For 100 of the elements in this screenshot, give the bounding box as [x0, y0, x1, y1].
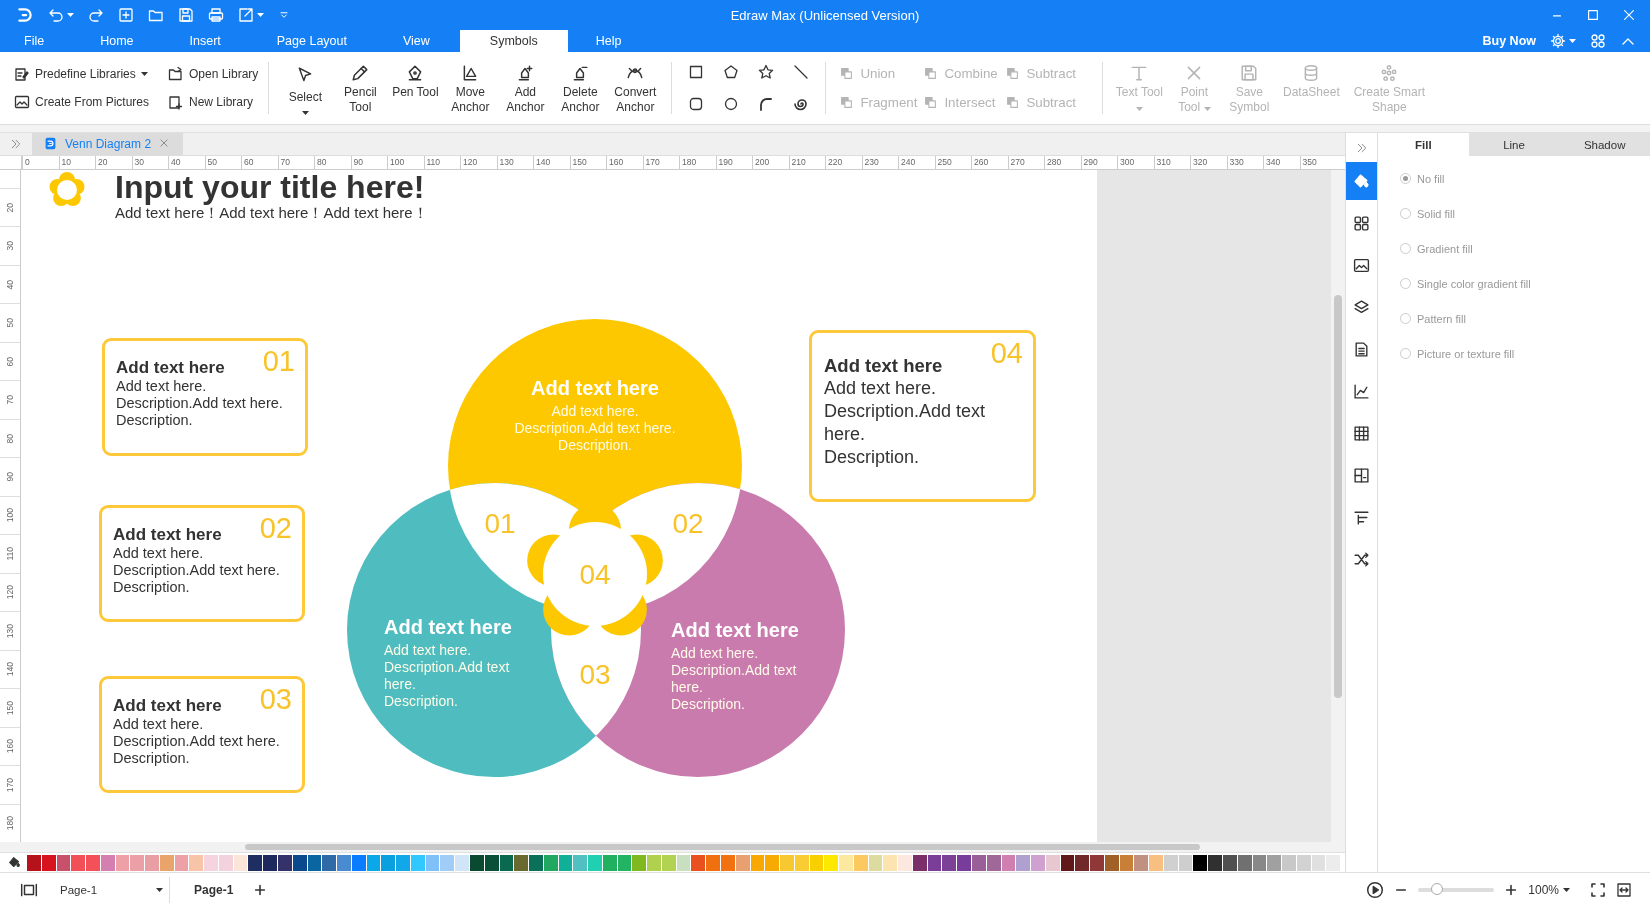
ruler-number: 230	[864, 156, 879, 167]
panel-tab[interactable]: Shadow	[1559, 133, 1650, 156]
ruler-number: 180	[5, 816, 15, 831]
ruler-number: 100	[5, 508, 15, 523]
ruler-number: 50	[207, 156, 217, 167]
ruler-number: 140	[536, 156, 551, 167]
ruler-number: 160	[609, 156, 624, 167]
ruler-number: 0	[25, 156, 30, 167]
ruler-number: 90	[353, 156, 363, 167]
region-number: 02	[672, 507, 704, 539]
menu-tab[interactable]: File	[0, 30, 73, 52]
page-tab[interactable]: Page-1	[194, 882, 234, 897]
card-heading: Add text here	[113, 524, 222, 545]
ruler-number: 280	[1047, 156, 1062, 167]
ruler-number: 120	[5, 585, 15, 600]
card-number: 03	[259, 682, 292, 716]
card-number: 04	[990, 336, 1023, 370]
card-heading: Add text here	[824, 354, 943, 377]
ruler-number: 40	[171, 156, 181, 167]
ruler-number: 20	[5, 202, 15, 213]
ruler-number: 80	[317, 156, 327, 167]
region-number: 04	[579, 558, 611, 590]
ruler-number: 140	[5, 662, 15, 677]
region-number: 01	[484, 507, 516, 539]
circle-text: Add text here. Description.Add text here. Description.	[671, 644, 798, 713]
ruler-number: 170	[645, 156, 660, 167]
ruler-number: 270	[1010, 156, 1025, 167]
ruler-number: 120	[463, 156, 478, 167]
tool-button[interactable]: Pencil Tool	[334, 52, 387, 124]
tool-button[interactable]: Convert Anchor	[609, 52, 662, 124]
card-text: Add text here. Description.Add text here. Description.	[113, 544, 281, 596]
diagram-title: Input your title here!	[115, 169, 425, 204]
menu-tab[interactable]: Page Layout	[248, 30, 375, 52]
tool-button[interactable]: Pen Tool	[389, 52, 442, 124]
circle-text: Add text here. Description.Add text here. Description.	[513, 402, 677, 454]
card-text: Add text here. Description.Add text here. Description.	[116, 377, 284, 429]
menu-tab[interactable]: View	[374, 30, 458, 52]
ruler-number: 70	[280, 156, 290, 167]
card-text: Add text here. Description.Add text here. Description.	[824, 376, 987, 469]
menu-tab[interactable]: Help	[567, 30, 650, 52]
menu-tab[interactable]: Home	[72, 30, 162, 52]
ruler-number: 50	[5, 318, 15, 328]
ruler-number: 310	[1156, 156, 1171, 167]
ruler-number: 160	[5, 739, 15, 754]
circle-text: Add text here. Description.Add text here. Description.	[384, 641, 511, 710]
ruler-number: 70	[5, 395, 15, 405]
ruler-number: 10	[61, 156, 71, 167]
panel-tab[interactable]: Fill	[1378, 133, 1469, 156]
ruler-number: 150	[572, 156, 587, 167]
ruler-number: 170	[5, 777, 15, 793]
ruler-number: 20	[98, 156, 108, 167]
tool-button[interactable]: Move Anchor	[444, 52, 497, 124]
menu-tab[interactable]: Insert	[161, 30, 249, 52]
circle-heading: Add text here	[671, 618, 800, 642]
library-button[interactable]: New Library	[168, 94, 259, 110]
library-button[interactable]: Open Library	[168, 66, 259, 82]
ruler-number: 130	[499, 156, 514, 167]
tool-button[interactable]: Select	[279, 52, 332, 124]
ruler-number: 80	[5, 433, 15, 444]
ruler-number: 110	[426, 156, 441, 167]
library-button[interactable]: Predefine Libraries	[14, 66, 164, 82]
ruler-number: 60	[5, 356, 15, 367]
window-title: Edraw Max (Unlicensed Version)	[730, 7, 920, 23]
card-number: 01	[262, 344, 295, 378]
library-button[interactable]: Create From Pictures	[14, 94, 164, 110]
ruler-number: 330	[1229, 156, 1244, 167]
ruler-number: 320	[1193, 156, 1208, 167]
circle-heading: Add text here	[384, 615, 513, 639]
document-tab[interactable]: Venn Diagram 2	[32, 133, 184, 155]
ruler-number: 150	[5, 700, 15, 716]
ruler-number: 220	[828, 156, 843, 167]
ruler-number: 40	[5, 279, 15, 290]
card-heading: Add text here	[116, 357, 225, 378]
tool-button[interactable]: Delete Anchor	[554, 52, 607, 124]
buy-now-link[interactable]: Buy Now	[1482, 34, 1536, 48]
ruler-number: 100	[390, 156, 405, 167]
card-number: 02	[259, 511, 292, 545]
ruler-number: 200	[755, 156, 770, 167]
ruler-number: 30	[134, 156, 144, 167]
ruler-number: 190	[718, 156, 733, 167]
zoom-dropdown[interactable]: 100%	[1528, 882, 1570, 897]
ruler-number: 30	[5, 241, 15, 251]
panel-tab[interactable]: Line	[1468, 133, 1560, 156]
circle-heading: Add text here	[530, 376, 660, 400]
ruler-number: 350	[1302, 156, 1317, 167]
menu-tab[interactable]: Symbols	[459, 30, 568, 52]
ruler-number: 300	[1120, 156, 1135, 167]
ruler-number: 250	[937, 156, 952, 167]
ruler-number: 290	[1083, 156, 1098, 167]
tool-button[interactable]: Add Anchor	[499, 52, 552, 124]
page-dropdown[interactable]: Page-1	[60, 876, 170, 903]
ruler-number: 110	[5, 547, 15, 561]
ruler-number: 130	[5, 623, 15, 639]
ruler-number: 240	[901, 156, 916, 167]
ruler-number: 340	[1266, 156, 1281, 167]
ruler-number: 60	[244, 156, 254, 167]
region-number: 03	[579, 658, 611, 690]
card-heading: Add text here	[113, 695, 222, 716]
card-text: Add text here. Description.Add text here. Description.	[113, 715, 281, 767]
ruler-number: 180	[682, 156, 697, 167]
